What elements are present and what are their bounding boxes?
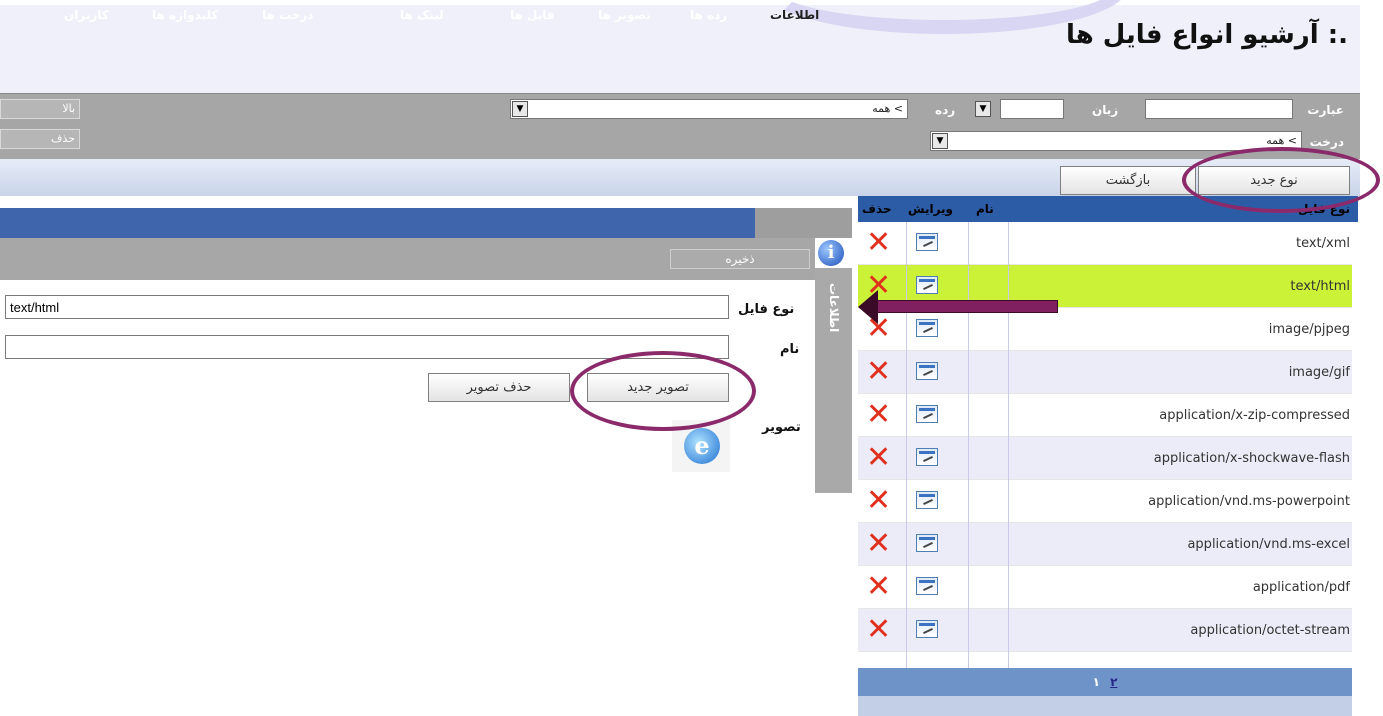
tab-bar xyxy=(0,208,852,238)
save-button[interactable]: ذخیره xyxy=(670,249,810,269)
tab-files[interactable]: فایل ها xyxy=(510,8,555,22)
edit-icon[interactable] xyxy=(916,577,938,595)
table-row[interactable]: ✕ application/x-zip-compressed xyxy=(858,394,1352,437)
column-edit: ویرایش xyxy=(908,202,954,216)
file-type-field[interactable] xyxy=(5,295,729,319)
edit-icon[interactable] xyxy=(916,620,938,638)
delete-icon[interactable]: ✕ xyxy=(866,400,891,430)
list-footer xyxy=(858,696,1352,716)
tree-dropdown-icon[interactable]: ▼ xyxy=(932,133,948,149)
delete-icon[interactable]: ✕ xyxy=(866,615,891,645)
column-divider xyxy=(968,222,969,672)
table-row[interactable]: ✕ image/pjpeg xyxy=(858,308,1352,351)
language-input[interactable] xyxy=(1000,99,1064,119)
table-row[interactable]: ✕ application/vnd.ms-excel xyxy=(858,523,1352,566)
info-icon[interactable]: i xyxy=(818,240,844,266)
annotation-ring-new-image xyxy=(570,351,756,431)
file-type-label: نوع فایل xyxy=(738,302,795,317)
edit-icon[interactable] xyxy=(916,448,938,466)
file-type-cell: application/x-zip-compressed xyxy=(1159,408,1350,423)
edit-icon[interactable] xyxy=(916,491,938,509)
edit-icon[interactable] xyxy=(916,534,938,552)
ie-icon: e xyxy=(684,428,720,464)
edit-icon[interactable] xyxy=(916,319,938,337)
delete-icon[interactable]: ✕ xyxy=(866,443,891,473)
annotation-ring-new-type xyxy=(1182,147,1380,213)
delete-icon[interactable]: ✕ xyxy=(866,486,891,516)
language-label: زبان xyxy=(1092,103,1119,117)
tab-keywords[interactable]: کلیدواژه ها xyxy=(152,8,218,22)
delete-icon[interactable]: ✕ xyxy=(866,357,891,387)
edit-icon[interactable] xyxy=(916,276,938,294)
table-row[interactable]: ✕ application/octet-stream xyxy=(858,609,1352,652)
annotation-arrow-icon xyxy=(858,290,878,324)
file-type-cell: application/x-shockwave-flash xyxy=(1153,451,1350,466)
table-row[interactable]: ✕ application/pdf xyxy=(858,566,1352,609)
delete-image-button[interactable]: حذف تصویر xyxy=(428,373,570,402)
table-row[interactable]: ✕ text/xml xyxy=(858,222,1352,265)
column-name[interactable]: نام xyxy=(976,202,994,216)
file-type-cell: application/octet-stream xyxy=(1190,623,1350,638)
vertical-tab-info[interactable]: اطلاعات xyxy=(815,268,852,348)
table-row[interactable]: ✕ application/vnd.ms-powerpoint xyxy=(858,480,1352,523)
file-type-cell: text/html xyxy=(1290,279,1350,294)
file-type-cell: application/pdf xyxy=(1252,580,1350,595)
delete-icon[interactable]: ✕ xyxy=(866,572,891,602)
tab-images[interactable]: تصویر ها xyxy=(598,8,651,22)
phrase-input[interactable] xyxy=(1145,99,1293,119)
page-title: .: آرشیو انواع فایل ها xyxy=(1065,20,1348,50)
category-label: رده xyxy=(935,103,956,117)
tab-links[interactable]: لینک ها xyxy=(400,8,444,22)
edit-icon[interactable] xyxy=(916,405,938,423)
name-label: نام xyxy=(780,342,800,357)
up-button[interactable]: بالا xyxy=(0,99,80,119)
table-row[interactable]: ✕ image/gif xyxy=(858,351,1352,394)
tab-users[interactable]: کاربران xyxy=(64,8,109,22)
tree-label: درخت xyxy=(1309,135,1344,149)
tab-trees[interactable]: درخت ها xyxy=(262,8,313,22)
image-label: تصویر xyxy=(762,420,801,435)
tab-info[interactable]: اطلاعات xyxy=(770,8,819,22)
file-type-cell: image/pjpeg xyxy=(1268,322,1350,337)
delete-side-button[interactable]: حذف xyxy=(0,129,80,149)
column-divider xyxy=(906,222,907,672)
edit-icon[interactable] xyxy=(916,362,938,380)
file-type-cell: application/vnd.ms-excel xyxy=(1187,537,1350,552)
category-dropdown-icon[interactable]: ▼ xyxy=(512,101,528,117)
annotation-arrow-shaft xyxy=(870,300,1058,313)
phrase-label: عبارت xyxy=(1307,103,1344,117)
column-divider xyxy=(1008,222,1009,672)
category-select[interactable]: > همه xyxy=(510,99,908,119)
pager: ۱ ۲ xyxy=(858,668,1352,696)
page-1: ۱ xyxy=(1092,675,1100,689)
edit-icon[interactable] xyxy=(916,233,938,251)
file-type-cell: image/gif xyxy=(1288,365,1350,380)
file-type-list: نوع فایل نام ویرایش حذف ✕ text/xml ✕ text/… xyxy=(858,196,1358,716)
table-row[interactable]: ✕ application/x-shockwave-flash xyxy=(858,437,1352,480)
delete-icon[interactable]: ✕ xyxy=(866,529,891,559)
language-dropdown-icon[interactable]: ▼ xyxy=(975,101,991,117)
file-type-cell: text/xml xyxy=(1295,236,1350,251)
column-delete: حذف xyxy=(862,202,892,216)
delete-icon[interactable]: ✕ xyxy=(866,228,891,258)
page-2-link[interactable]: ۲ xyxy=(1110,675,1117,689)
file-type-cell: application/vnd.ms-powerpoint xyxy=(1148,494,1350,509)
tab-categories[interactable]: رده ها xyxy=(690,8,727,22)
back-button[interactable]: بازگشت xyxy=(1060,166,1196,195)
